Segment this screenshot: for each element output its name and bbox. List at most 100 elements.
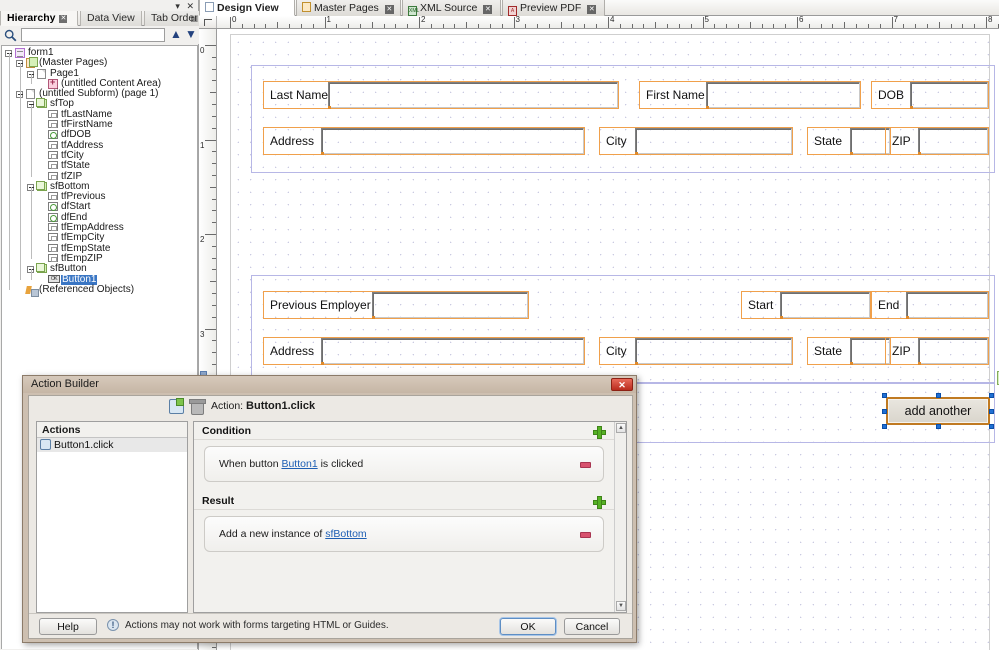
resize-handle-n[interactable] bbox=[936, 393, 941, 398]
caption-divider-handle[interactable] bbox=[780, 316, 783, 319]
field-input-box[interactable] bbox=[850, 338, 890, 364]
move-up-icon[interactable]: ▲ bbox=[169, 28, 183, 42]
field-input-box[interactable] bbox=[321, 338, 584, 364]
resize-handle-w[interactable] bbox=[882, 409, 887, 414]
ruler-tick bbox=[478, 24, 480, 28]
cancel-button[interactable]: Cancel bbox=[564, 618, 620, 635]
form-field-tfEmpAddress[interactable]: Address bbox=[263, 337, 585, 365]
action-list-item[interactable]: Button1.click bbox=[37, 438, 187, 452]
caption-divider-handle[interactable] bbox=[918, 152, 921, 155]
field-input-box[interactable] bbox=[321, 128, 584, 154]
new-action-icon[interactable] bbox=[169, 398, 184, 414]
trash-icon[interactable] bbox=[189, 399, 206, 415]
tree-node-referenced-objects[interactable]: (Referenced Objects) bbox=[2, 283, 197, 297]
tab-hierarchy-close-icon[interactable]: ✕ bbox=[59, 15, 68, 23]
dialog-title-bar[interactable]: Action Builder ✕ bbox=[23, 376, 636, 393]
form-field-tfEmpZIP[interactable]: ZIP bbox=[885, 337, 989, 365]
caption-divider-handle[interactable] bbox=[372, 316, 375, 319]
result-subform-link[interactable]: sfBottom bbox=[325, 528, 366, 540]
field-input-box[interactable] bbox=[328, 82, 618, 108]
add-condition-button[interactable] bbox=[593, 425, 606, 439]
resize-handle-e[interactable] bbox=[989, 409, 994, 414]
caption-divider-handle[interactable] bbox=[635, 362, 638, 365]
tree-node-master-pages[interactable]: (Master Pages) bbox=[2, 57, 197, 69]
ok-button[interactable]: OK bbox=[500, 618, 556, 635]
form-field-tfFirstName[interactable]: First Name bbox=[639, 81, 861, 109]
ruler-tick bbox=[212, 304, 216, 306]
tree-node-untitled-subform-page-1[interactable]: (untitled Subform) (page 1) bbox=[2, 88, 197, 100]
field-input-box[interactable] bbox=[635, 128, 792, 154]
form-field-dfStart[interactable]: Start bbox=[741, 291, 871, 319]
field-input-box[interactable] bbox=[706, 82, 860, 108]
resize-handle-ne[interactable] bbox=[989, 393, 994, 398]
scroll-down-icon[interactable]: ▼ bbox=[616, 601, 626, 611]
search-input[interactable] bbox=[21, 28, 165, 42]
ruler-corner-icon[interactable] bbox=[199, 16, 217, 28]
panel-minimize-icon[interactable]: ▾ bbox=[175, 1, 182, 11]
actions-list-pane[interactable]: Actions Button1.click bbox=[36, 421, 188, 613]
tree-node-label: (Referenced Objects) bbox=[39, 283, 135, 295]
field-input-box[interactable] bbox=[850, 128, 890, 154]
horizontal-ruler[interactable]: 0 1 2 3 4 5 6 7 8 bbox=[199, 16, 999, 29]
field-input-box[interactable] bbox=[780, 292, 870, 318]
scroll-up-icon[interactable]: ▲ bbox=[616, 423, 626, 433]
condition-button-link[interactable]: Button1 bbox=[281, 458, 317, 470]
tab-design-view[interactable]: Design View bbox=[199, 0, 295, 16]
tab-data-view[interactable]: Data View bbox=[80, 11, 142, 26]
add-result-button[interactable] bbox=[593, 495, 606, 509]
resize-handle-sw[interactable] bbox=[882, 424, 887, 429]
caption-divider-handle[interactable] bbox=[706, 106, 709, 109]
action-name: Button1.click bbox=[246, 400, 316, 412]
form-field-tfEmpCity[interactable]: City bbox=[599, 337, 793, 365]
form-field-tfLastName[interactable]: Last Name bbox=[263, 81, 619, 109]
form-field-tfAddress[interactable]: Address bbox=[263, 127, 585, 155]
add-another-button[interactable]: add another bbox=[886, 397, 990, 425]
caption-divider-handle[interactable] bbox=[910, 106, 913, 109]
help-button[interactable]: Help bbox=[39, 618, 97, 635]
dialog-close-button[interactable]: ✕ bbox=[611, 378, 633, 391]
tab-xml-source[interactable]: XMLXML Source ✕ bbox=[402, 0, 501, 16]
result-rule-row[interactable]: Add a new instance of sfBottom bbox=[204, 516, 604, 552]
resize-handle-nw[interactable] bbox=[882, 393, 887, 398]
form-field-dfDOB[interactable]: DOB bbox=[871, 81, 989, 109]
move-down-icon[interactable]: ▼ bbox=[184, 28, 198, 42]
tab-hierarchy-label: Hierarchy bbox=[7, 12, 56, 24]
form-field-tfPrevious[interactable]: Previous Employer bbox=[263, 291, 529, 319]
tab-xml-source-close-icon[interactable]: ✕ bbox=[483, 5, 493, 14]
tab-hierarchy[interactable]: Hierarchy ✕ bbox=[0, 11, 78, 26]
ruler-tick bbox=[560, 22, 562, 28]
field-input-box[interactable] bbox=[635, 338, 792, 364]
form-field-tfState[interactable]: State bbox=[807, 127, 891, 155]
caption-divider-handle[interactable] bbox=[918, 362, 921, 365]
remove-result-button[interactable] bbox=[580, 532, 591, 538]
field-input-box[interactable] bbox=[918, 128, 988, 154]
panel-close-icon[interactable]: ✕ bbox=[186, 1, 196, 11]
condition-rule-row[interactable]: When button Button1 is clicked bbox=[204, 446, 604, 482]
field-input-box[interactable] bbox=[918, 338, 988, 364]
remove-condition-button[interactable] bbox=[580, 462, 591, 468]
caption-divider-handle[interactable] bbox=[328, 106, 331, 109]
tab-master-pages[interactable]: Master Pages ✕ bbox=[296, 0, 401, 16]
resize-handle-s[interactable] bbox=[936, 424, 941, 429]
field-input-box[interactable] bbox=[906, 292, 988, 318]
form-field-tfEmpState[interactable]: State bbox=[807, 337, 891, 365]
field-input-box[interactable] bbox=[372, 292, 528, 318]
form-field-dfEnd[interactable]: End bbox=[871, 291, 989, 319]
ruler-tick bbox=[726, 24, 728, 28]
form-field-tfCity[interactable]: City bbox=[599, 127, 793, 155]
tab-preview-pdf-close-icon[interactable]: ✕ bbox=[587, 5, 597, 14]
field-input-box[interactable] bbox=[910, 82, 988, 108]
caption-divider-handle[interactable] bbox=[635, 152, 638, 155]
action-builder-dialog[interactable]: Action Builder ✕ Action: Button1.click A… bbox=[22, 375, 637, 643]
tab-preview-pdf[interactable]: A Preview PDF ✕ bbox=[502, 0, 605, 16]
tab-master-pages-close-icon[interactable]: ✕ bbox=[384, 5, 394, 14]
caption-divider-handle[interactable] bbox=[321, 152, 324, 155]
caption-divider-handle[interactable] bbox=[906, 316, 909, 319]
caption-divider-handle[interactable] bbox=[850, 152, 853, 155]
resize-handle-se[interactable] bbox=[989, 424, 994, 429]
form-field-tfZIP[interactable]: ZIP bbox=[885, 127, 989, 155]
caption-divider-handle[interactable] bbox=[850, 362, 853, 365]
tab-overflow-icon[interactable]: ▤ bbox=[188, 14, 198, 24]
detail-scrollbar[interactable]: ▲ ▼ bbox=[614, 422, 626, 612]
caption-divider-handle[interactable] bbox=[321, 362, 324, 365]
